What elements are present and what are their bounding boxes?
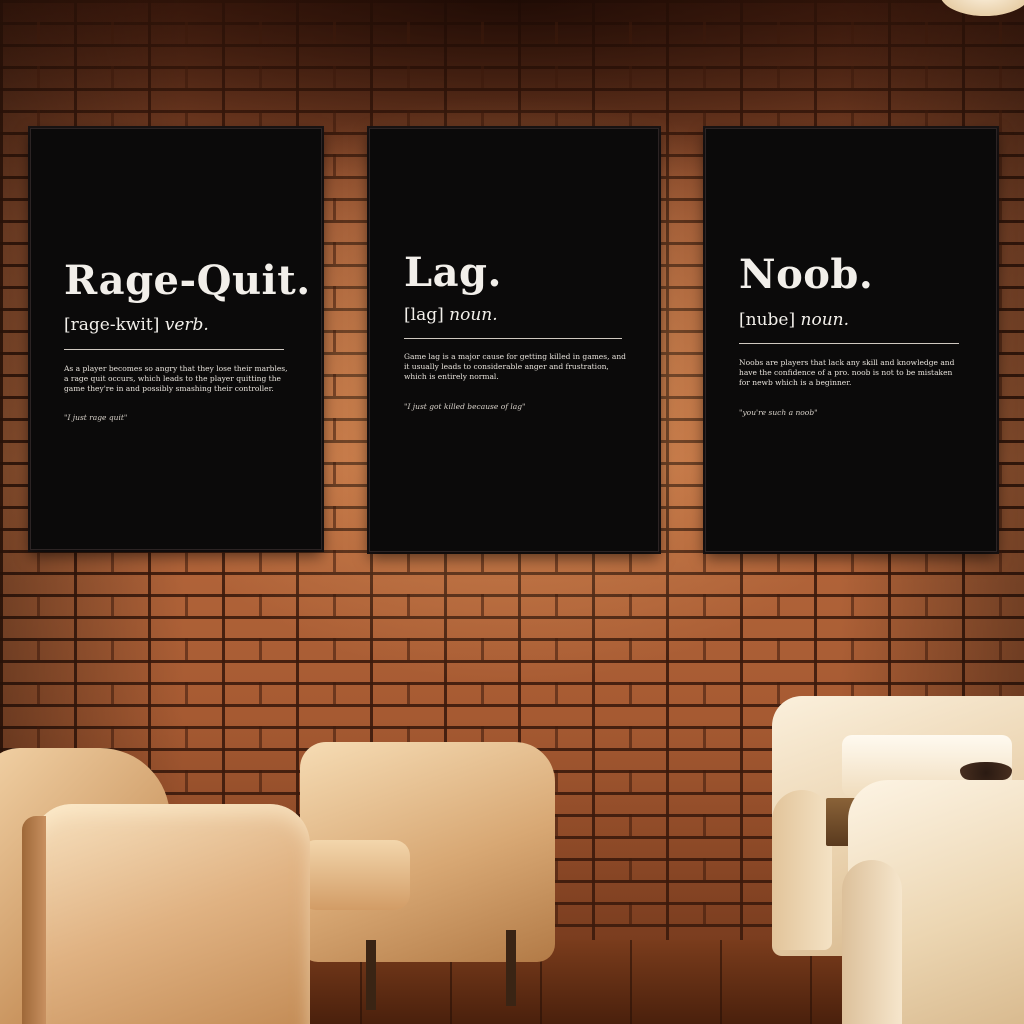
- part-of-speech: verb.: [164, 315, 209, 335]
- divider-rule: [64, 349, 284, 350]
- poster-term: Lag.: [404, 249, 502, 296]
- poster-example: "I just rage quit": [64, 413, 128, 422]
- poster-definition: Noobs are players that lack any skill an…: [739, 358, 955, 387]
- poster-example: "I just got killed because of lag": [404, 402, 526, 411]
- divider-rule: [739, 343, 959, 344]
- pronunciation-text: [nube]: [739, 310, 796, 330]
- chair-leg: [506, 930, 516, 1006]
- sofa-front-arm: [842, 860, 902, 1024]
- poster-pronunciation: [nube] noun.: [739, 310, 849, 330]
- poster-lag: Lag. [lag] noun. Game lag is a major cau…: [369, 128, 659, 552]
- armchair-front-edge: [22, 816, 46, 1024]
- poster-example: "you're such a noob": [739, 408, 818, 417]
- armchair-center-seat: [300, 840, 410, 910]
- pronunciation-text: [rage-kwit]: [64, 315, 160, 335]
- poster-pronunciation: [lag] noun.: [404, 305, 498, 325]
- part-of-speech: noun.: [449, 305, 498, 325]
- part-of-speech: noun.: [800, 310, 850, 330]
- poster-definition: As a player becomes so angry that they l…: [64, 364, 288, 393]
- poster-definition: Game lag is a major cause for getting ki…: [404, 352, 626, 381]
- poster-noob: Noob. [nube] noun. Noobs are players tha…: [705, 128, 997, 552]
- table-decor: [960, 762, 1012, 780]
- poster-pronunciation: [rage-kwit] verb.: [64, 315, 209, 335]
- chair-leg: [366, 940, 376, 1010]
- poster-term: Rage-Quit.: [64, 257, 311, 304]
- divider-rule: [404, 338, 622, 339]
- sofa-arm: [772, 790, 832, 950]
- poster-rage-quit: Rage-Quit. [rage-kwit] verb. As a player…: [30, 128, 322, 550]
- pronunciation-text: [lag]: [404, 305, 444, 325]
- poster-term: Noob.: [739, 251, 874, 298]
- armchair-front: [32, 804, 310, 1024]
- photo-scene: Rage-Quit. [rage-kwit] verb. As a player…: [0, 0, 1024, 1024]
